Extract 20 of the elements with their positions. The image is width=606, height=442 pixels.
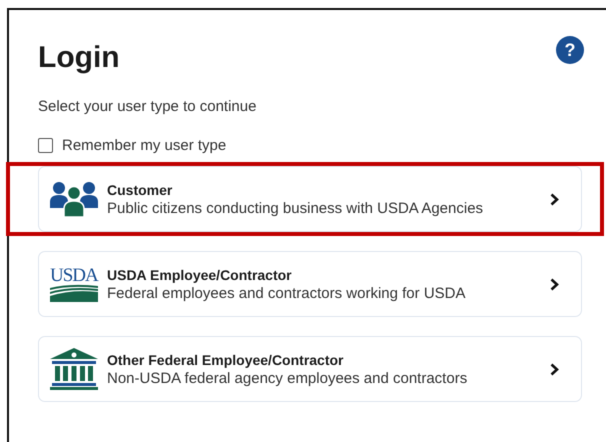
option-description: Federal employees and contractors working for USDA xyxy=(107,284,466,302)
checkbox[interactable] xyxy=(38,138,53,153)
usda-logo: USDA xyxy=(50,266,98,302)
instruction-text: Select your user type to continue xyxy=(38,98,258,115)
user-type-option[interactable]: Customer Public citizens conducting business with USDA Agencies xyxy=(38,166,582,232)
checkbox-label: Remember my user type xyxy=(62,137,226,154)
chevron-right-icon xyxy=(550,362,559,376)
chevron-right-icon xyxy=(550,192,559,206)
chevron-right-icon xyxy=(550,278,559,290)
option-description: Public citizens conducting business with USDA Agencies xyxy=(107,200,484,216)
user-type-option[interactable]: Other Federal Employee/Contractor Non-USDA federal agency employees and contractors xyxy=(38,336,582,402)
page-title: Login xyxy=(38,40,120,76)
option-title: Other Federal Employee/Contractor xyxy=(107,352,345,368)
building-icon xyxy=(50,348,98,390)
option-description: Non-USDA federal agency employees and contractors xyxy=(107,370,468,386)
user-type-option[interactable]: USDA USDA Employee/Contractor Federal employees and contractors working for USDA xyxy=(38,251,582,317)
option-title: Customer xyxy=(107,182,174,198)
option-title: USDA Employee/Contractor xyxy=(107,266,293,282)
help-button[interactable]: ? xyxy=(556,36,584,64)
people-icon xyxy=(50,181,98,217)
